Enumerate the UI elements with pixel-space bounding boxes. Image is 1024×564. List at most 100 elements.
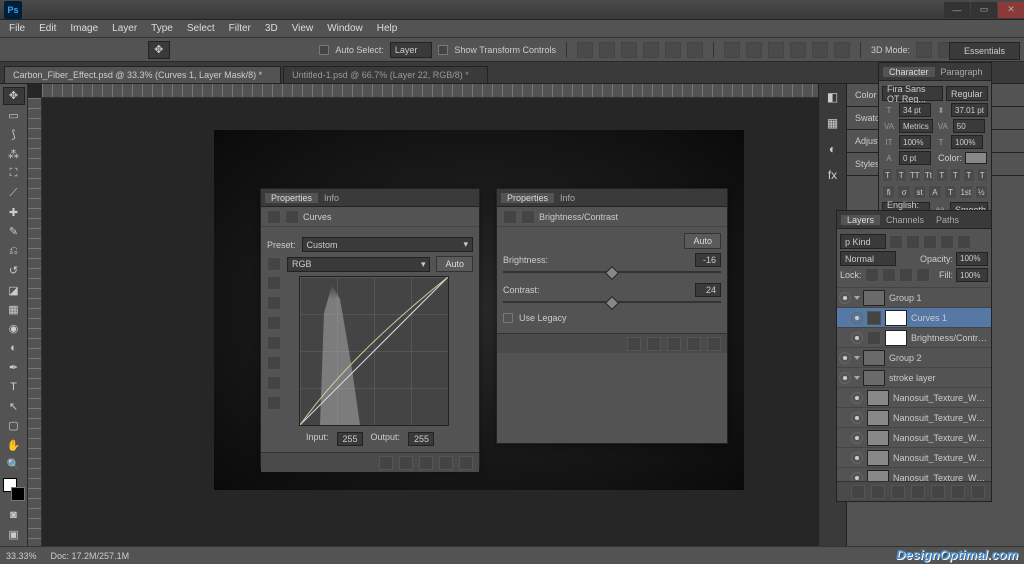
fx-icon[interactable]	[871, 485, 885, 499]
text-color-swatch[interactable]	[965, 152, 987, 164]
layers-tab[interactable]: Layers	[841, 215, 880, 225]
visibility-toggle[interactable]	[851, 392, 863, 404]
auto-select-checkbox[interactable]	[319, 45, 329, 55]
opentype-btn[interactable]: fi	[882, 185, 895, 199]
paragraph-tab[interactable]: Paragraph	[935, 67, 989, 77]
quickmask-tool[interactable]: ◙	[3, 506, 25, 523]
workspace-switcher[interactable]: Essentials	[949, 42, 1020, 60]
underline-btn[interactable]: T	[963, 168, 974, 182]
info-tab[interactable]: Info	[318, 193, 345, 203]
font-size[interactable]: 34 pt	[899, 103, 931, 117]
styles-icon[interactable]: fx	[824, 166, 842, 184]
visibility-toggle[interactable]	[851, 332, 863, 344]
opacity-value[interactable]: 100%	[956, 252, 988, 266]
layer-row[interactable]: Nanosuit_Texture_Wallpaper_2_b...	[837, 448, 991, 468]
layer-row[interactable]: Brightness/Contrast 1	[837, 328, 991, 348]
distribute-icon[interactable]	[790, 42, 806, 58]
menu-layer[interactable]: Layer	[105, 23, 144, 34]
hand-tool[interactable]: ✋	[3, 437, 25, 454]
align-icon[interactable]	[577, 42, 593, 58]
document-tab[interactable]: Untitled-1.psd @ 66.7% (Layer 22, RGB/8)…	[283, 66, 488, 83]
italic-btn[interactable]: T	[895, 168, 906, 182]
document-tab[interactable]: Carbon_Fiber_Effect.psd @ 33.3% (Curves …	[4, 66, 281, 83]
mask-icon[interactable]	[891, 485, 905, 499]
eyedropper-black[interactable]	[267, 336, 281, 350]
layer-name[interactable]: Nanosuit_Texture_Wallpaper_2_b...	[893, 453, 989, 463]
opentype-btn[interactable]: st	[913, 185, 926, 199]
visibility-toggle[interactable]	[851, 312, 863, 324]
layer-row[interactable]: Nanosuit_Texture_Wallpaper_2_b...	[837, 388, 991, 408]
legacy-checkbox[interactable]	[503, 313, 513, 323]
layer-row[interactable]: Nanosuit_Texture_Wallpaper_2_b...	[837, 468, 991, 481]
align-icon[interactable]	[665, 42, 681, 58]
properties-bc-panel[interactable]: Properties Info Brightness/Contrast Auto…	[496, 188, 728, 444]
bold-btn[interactable]: T	[882, 168, 893, 182]
wand-tool[interactable]: ⁂	[3, 145, 25, 162]
layer-name[interactable]: Nanosuit_Texture_Wallpaper_2_b...	[893, 413, 989, 423]
leading[interactable]: 37.01 pt	[951, 103, 988, 117]
doc-size[interactable]: Doc: 17.2M/257.1M	[51, 551, 130, 561]
visibility-toggle[interactable]	[851, 472, 863, 482]
curve-point-tool[interactable]	[267, 276, 281, 290]
baseline[interactable]: 0 pt	[899, 151, 931, 165]
blur-tool[interactable]: ◉	[3, 320, 25, 337]
eraser-tool[interactable]: ◪	[3, 281, 25, 298]
path-tool[interactable]: ↖	[3, 398, 25, 415]
opentype-btn[interactable]: T	[944, 185, 957, 199]
visibility-toggle[interactable]	[839, 352, 851, 364]
align-icon[interactable]	[621, 42, 637, 58]
visibility-toggle[interactable]	[851, 412, 863, 424]
tracking[interactable]: 50	[953, 119, 985, 133]
distribute-icon[interactable]	[768, 42, 784, 58]
paths-tab[interactable]: Paths	[930, 215, 965, 225]
canvas-area[interactable]: Properties Info Curves Preset: Custom▾ R…	[28, 84, 818, 546]
align-icon[interactable]	[599, 42, 615, 58]
color-icon[interactable]: ◧	[824, 88, 842, 106]
reset-icon[interactable]	[667, 337, 681, 351]
brightness-value[interactable]: -16	[695, 253, 721, 267]
curve-draw-tool[interactable]	[267, 296, 281, 310]
menu-select[interactable]: Select	[180, 23, 222, 34]
font-style-dropdown[interactable]: Regular	[946, 86, 988, 101]
curves-graph[interactable]	[299, 276, 449, 426]
sub-btn[interactable]: T	[950, 168, 961, 182]
move-tool[interactable]: ✥	[3, 87, 25, 105]
distribute-icon[interactable]	[724, 42, 740, 58]
curve-smooth-tool[interactable]	[267, 316, 281, 330]
color-swatches[interactable]	[3, 478, 25, 501]
layer-row[interactable]: Group 2	[837, 348, 991, 368]
align-icon[interactable]	[687, 42, 703, 58]
eyedropper-white[interactable]	[267, 376, 281, 390]
layer-row[interactable]: Nanosuit_Texture_Wallpaper_2_b...	[837, 428, 991, 448]
close-button[interactable]: ✕	[998, 2, 1024, 18]
channel-dropdown[interactable]: RGB▾	[287, 257, 430, 272]
layer-thumb[interactable]	[867, 410, 889, 426]
super-btn[interactable]: T	[936, 168, 947, 182]
show-transform-checkbox[interactable]	[438, 45, 448, 55]
3d-icon[interactable]	[916, 42, 932, 58]
menu-help[interactable]: Help	[370, 23, 405, 34]
clip-icon[interactable]	[379, 456, 393, 470]
lock-all-icon[interactable]	[916, 268, 930, 282]
menu-view[interactable]: View	[285, 23, 321, 34]
output-value[interactable]: 255	[408, 432, 434, 446]
dodge-tool[interactable]: ◐	[3, 340, 25, 357]
menu-window[interactable]: Window	[320, 23, 370, 34]
layer-name[interactable]: Group 1	[889, 293, 989, 303]
disclosure-triangle[interactable]	[854, 376, 860, 380]
lasso-tool[interactable]: ⟆	[3, 126, 25, 143]
zoom-tool[interactable]: 🔍	[3, 456, 25, 473]
stamp-tool[interactable]: ⎌	[3, 243, 25, 260]
filter-shape-icon[interactable]	[940, 235, 954, 249]
properties-curves-panel[interactable]: Properties Info Curves Preset: Custom▾ R…	[260, 188, 480, 468]
menu-edit[interactable]: Edit	[32, 23, 63, 34]
auto-button[interactable]: Auto	[436, 256, 473, 272]
filter-type-icon[interactable]	[923, 235, 937, 249]
align-icon[interactable]	[643, 42, 659, 58]
properties-tab[interactable]: Properties	[501, 193, 554, 203]
filter-pixel-icon[interactable]	[889, 235, 903, 249]
filter-smart-icon[interactable]	[957, 235, 971, 249]
layer-name[interactable]: stroke layer	[889, 373, 989, 383]
layer-thumb[interactable]	[867, 450, 889, 466]
history-brush-tool[interactable]: ↺	[3, 262, 25, 279]
